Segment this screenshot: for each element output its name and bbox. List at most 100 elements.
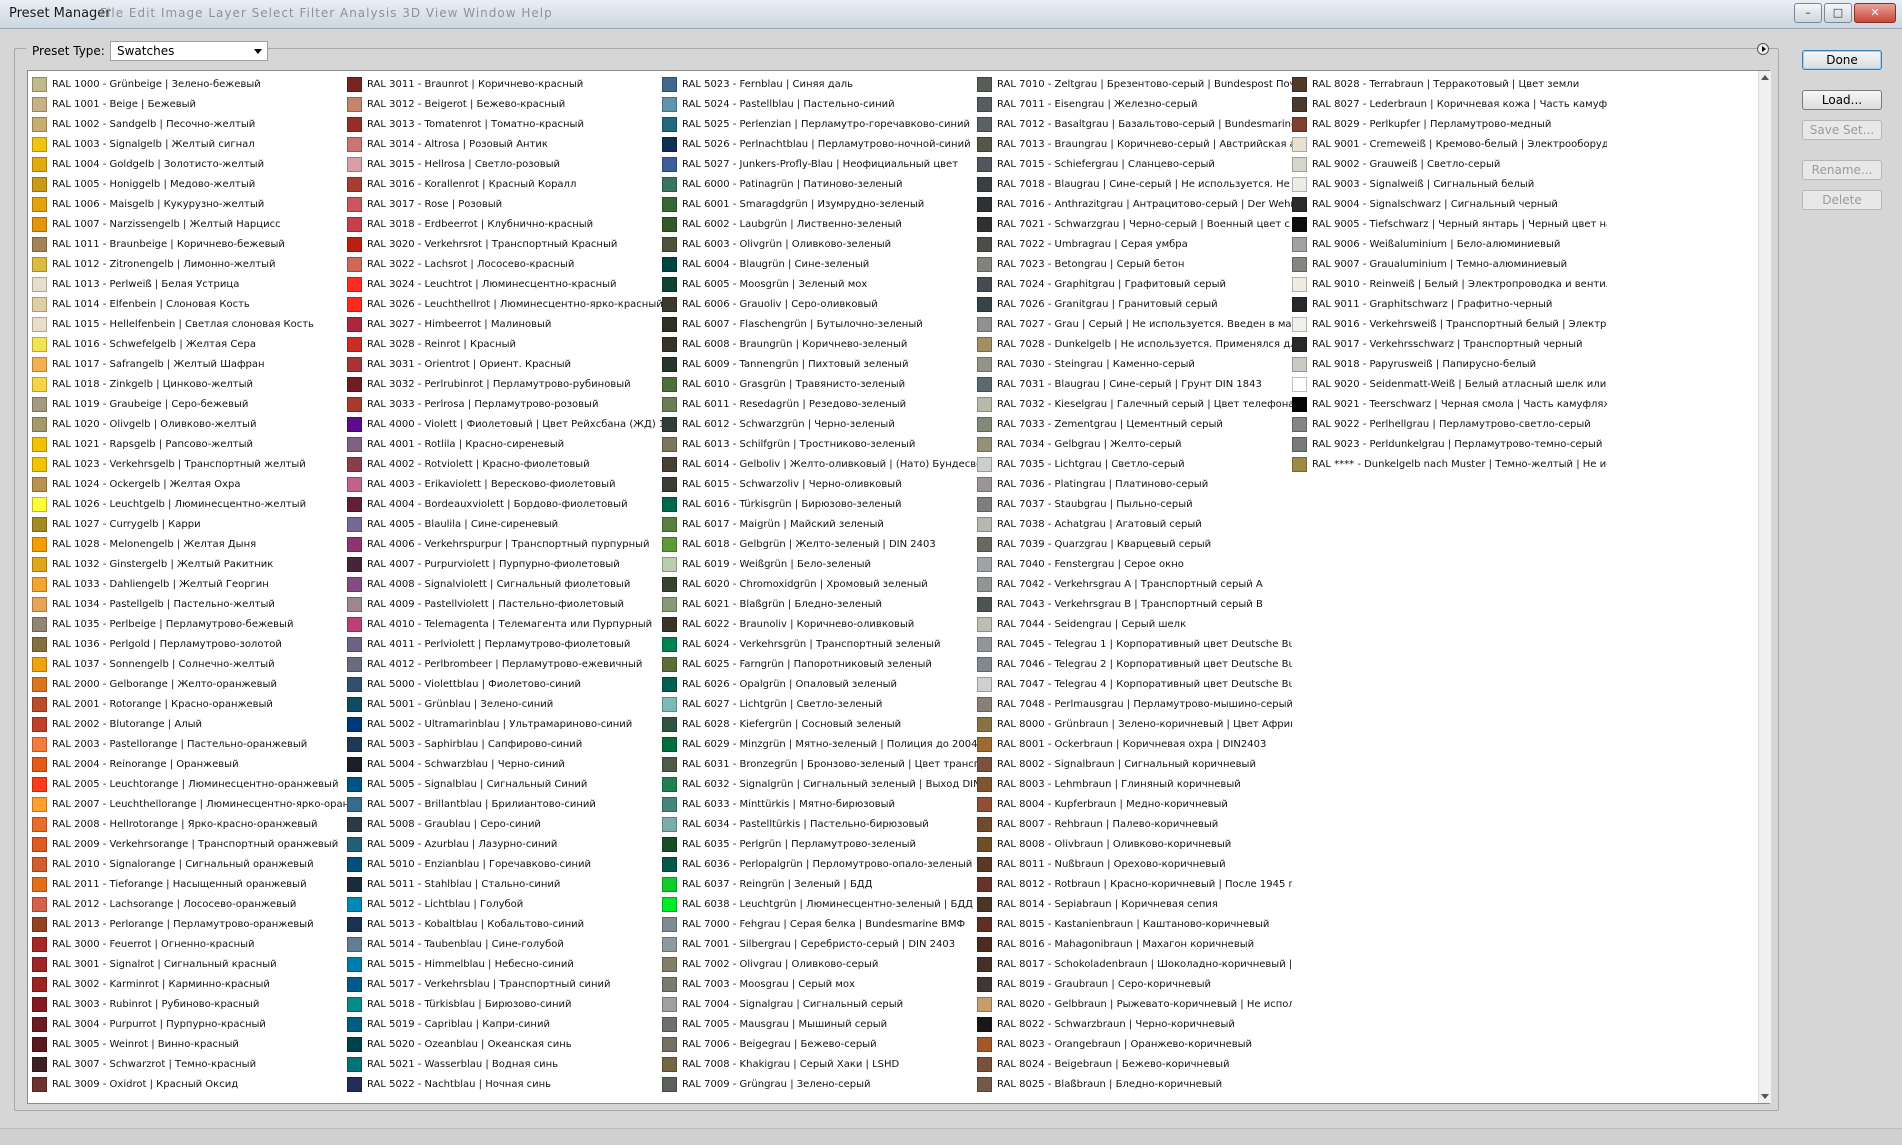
swatch-item[interactable]: RAL 8000 - Grünbraun | Зелено-коричневый… — [977, 714, 1292, 734]
swatch-item[interactable]: RAL 6006 - Grauoliv | Серо-оливковый — [662, 294, 977, 314]
swatch-item[interactable]: RAL 3013 - Tomatenrot | Томатно-красный — [347, 114, 662, 134]
swatch-item[interactable]: RAL 1026 - Leuchtgelb | Люминесцентно-же… — [32, 494, 347, 514]
swatch-item[interactable]: RAL 5004 - Schwarzblau | Черно-синий — [347, 754, 662, 774]
close-button[interactable]: ✕ — [1854, 3, 1896, 23]
swatch-item[interactable]: RAL 1007 - Narzissengelb | Желтый Нарцис… — [32, 214, 347, 234]
swatch-item[interactable]: RAL 5018 - Türkisblau | Бирюзово-синий — [347, 994, 662, 1014]
swatch-item[interactable]: RAL 7034 - Gelbgrau | Желто-серый — [977, 434, 1292, 454]
maximize-button[interactable]: □ — [1824, 3, 1852, 23]
swatch-item[interactable]: RAL 5015 - Himmelblau | Небесно-синий — [347, 954, 662, 974]
swatch-item[interactable]: RAL 9005 - Tiefschwarz | Черный янтарь |… — [1292, 214, 1607, 234]
swatch-item[interactable]: RAL 6025 - Farngrün | Папоротниковый зел… — [662, 654, 977, 674]
swatch-item[interactable]: RAL 7042 - Verkehrsgrau A | Транспортный… — [977, 574, 1292, 594]
rename-button[interactable]: Rename... — [1802, 160, 1882, 180]
swatch-item[interactable]: RAL 1001 - Beige | Бежевый — [32, 94, 347, 114]
swatch-item[interactable]: RAL 4003 - Erikaviolett | Вересково-фиол… — [347, 474, 662, 494]
swatch-item[interactable]: RAL 8028 - Terrabraun | Терракотовый | Ц… — [1292, 74, 1607, 94]
swatch-item[interactable]: RAL 6026 - Opalgrün | Опаловый зеленый — [662, 674, 977, 694]
swatch-item[interactable]: RAL 6000 - Patinagrün | Патиново-зеленый — [662, 174, 977, 194]
swatch-item[interactable]: RAL 1036 - Perlgold | Перламутрово-золот… — [32, 634, 347, 654]
swatch-item[interactable]: RAL 6032 - Signalgrün | Сигнальный зелен… — [662, 774, 977, 794]
swatch-item[interactable]: RAL 7024 - Graphitgrau | Графитовый серы… — [977, 274, 1292, 294]
swatch-item[interactable]: RAL 7003 - Moosgrau | Серый мох — [662, 974, 977, 994]
swatch-item[interactable]: RAL 6018 - Gelbgrün | Желто-зеленый | DI… — [662, 534, 977, 554]
swatch-item[interactable]: RAL 8014 - Sepiabraun | Коричневая сепия — [977, 894, 1292, 914]
swatch-item[interactable]: RAL 1017 - Safrangelb | Желтый Шафран — [32, 354, 347, 374]
swatch-item[interactable]: RAL 1020 - Olivgelb | Оливково-желтый — [32, 414, 347, 434]
swatch-item[interactable]: RAL 9001 - Cremeweiß | Кремово-белый | Э… — [1292, 134, 1607, 154]
swatch-item[interactable]: RAL 9004 - Signalschwarz | Сигнальный че… — [1292, 194, 1607, 214]
swatch-item[interactable]: RAL 3000 - Feuerrot | Огненно-красный — [32, 934, 347, 954]
swatch-item[interactable]: RAL 7028 - Dunkelgelb | Не используется.… — [977, 334, 1292, 354]
swatch-item[interactable]: RAL 2011 - Tieforange | Насыщенный оранж… — [32, 874, 347, 894]
swatch-item[interactable]: RAL 5008 - Graublau | Серо-синий — [347, 814, 662, 834]
delete-button[interactable]: Delete — [1802, 190, 1882, 210]
swatch-item[interactable]: RAL 9006 - Weißaluminium | Бело-алюминие… — [1292, 234, 1607, 254]
swatch-item[interactable]: RAL 6027 - Lichtgrün | Светло-зеленый — [662, 694, 977, 714]
swatch-item[interactable]: RAL 5013 - Kobaltblau | Кобальтово-синий — [347, 914, 662, 934]
swatch-item[interactable]: RAL 7036 - Platingrau | Платиново-серый — [977, 474, 1292, 494]
swatch-item[interactable]: RAL 3007 - Schwarzrot | Темно-красный — [32, 1054, 347, 1074]
swatch-item[interactable]: RAL 8024 - Beigebraun | Бежево-коричневы… — [977, 1054, 1292, 1074]
swatch-item[interactable]: RAL 6019 - Weißgrün | Бело-зеленый — [662, 554, 977, 574]
swatch-item[interactable]: RAL 6001 - Smaragdgrün | Изумрудно-зелен… — [662, 194, 977, 214]
swatch-item[interactable]: RAL 7027 - Grau | Серый | Не используетс… — [977, 314, 1292, 334]
swatch-item[interactable]: RAL 7012 - Basaltgrau | Базальтово-серый… — [977, 114, 1292, 134]
scroll-up-icon[interactable] — [1761, 75, 1769, 80]
swatch-item[interactable]: RAL 5012 - Lichtblau | Голубой — [347, 894, 662, 914]
swatch-item[interactable]: RAL 5009 - Azurblau | Лазурно-синий — [347, 834, 662, 854]
swatch-item[interactable]: RAL 9016 - Verkehrsweiß | Транспортный б… — [1292, 314, 1607, 334]
swatch-item[interactable]: RAL 4012 - Perlbrombeer | Перламутрово-е… — [347, 654, 662, 674]
swatch-item[interactable]: RAL 7047 - Telegrau 4 | Корпоративный цв… — [977, 674, 1292, 694]
swatch-item[interactable]: RAL 6013 - Schilfgrün | Тростниково-зеле… — [662, 434, 977, 454]
swatch-item[interactable]: RAL 9003 - Signalweiß | Сигнальный белый — [1292, 174, 1607, 194]
swatch-item[interactable]: RAL 6028 - Kiefergrün | Сосновый зеленый — [662, 714, 977, 734]
swatch-item[interactable]: RAL 7037 - Staubgrau | Пыльно-серый — [977, 494, 1292, 514]
swatch-item[interactable]: RAL 5001 - Grünblau | Зелено-синий — [347, 694, 662, 714]
swatch-item[interactable]: RAL 3002 - Karminrot | Карминно-красный — [32, 974, 347, 994]
swatch-item[interactable]: RAL 1015 - Hellelfenbein | Светлая слоно… — [32, 314, 347, 334]
swatch-item[interactable]: RAL 1011 - Braunbeige | Коричнево-бежевы… — [32, 234, 347, 254]
vertical-scrollbar[interactable] — [1758, 71, 1771, 1103]
swatch-item[interactable]: RAL 6007 - Flaschengrün | Бутылочно-зеле… — [662, 314, 977, 334]
swatch-item[interactable]: RAL 1034 - Pastellgelb | Пастельно-желты… — [32, 594, 347, 614]
swatch-item[interactable]: RAL 6005 - Moosgrün | Зеленый мох — [662, 274, 977, 294]
flyout-menu-icon[interactable] — [1757, 43, 1769, 55]
swatch-item[interactable]: RAL 8007 - Rehbraun | Палево-коричневый — [977, 814, 1292, 834]
swatch-item[interactable]: RAL 1033 - Dahliengelb | Желтый Георгин — [32, 574, 347, 594]
swatch-item[interactable]: RAL 3011 - Braunrot | Коричнево-красный — [347, 74, 662, 94]
swatch-item[interactable]: RAL 1005 - Honiggelb | Медово-желтый — [32, 174, 347, 194]
swatch-item[interactable]: RAL 7030 - Steingrau | Каменно-серый — [977, 354, 1292, 374]
swatch-item[interactable]: RAL 1004 - Goldgelb | Золотисто-желтый — [32, 154, 347, 174]
swatch-item[interactable]: RAL 6015 - Schwarzoliv | Черно-оливковый — [662, 474, 977, 494]
swatch-item[interactable]: RAL 7022 - Umbragrau | Серая умбра — [977, 234, 1292, 254]
swatch-item[interactable]: RAL 6014 - Gelboliv | Желто-оливковый | … — [662, 454, 977, 474]
swatch-item[interactable]: RAL 8008 - Olivbraun | Оливково-коричнев… — [977, 834, 1292, 854]
swatch-item[interactable]: RAL 1032 - Ginstergelb | Желтый Ракитник — [32, 554, 347, 574]
swatch-item[interactable]: RAL 6021 - Blaßgrün | Бледно-зеленый — [662, 594, 977, 614]
swatch-item[interactable]: RAL 6010 - Grasgrün | Травянисто-зеленый — [662, 374, 977, 394]
swatch-item[interactable]: RAL 3012 - Beigerot | Бежево-красный — [347, 94, 662, 114]
swatch-item[interactable]: RAL 1027 - Currygelb | Карри — [32, 514, 347, 534]
swatch-item[interactable]: RAL 3028 - Reinrot | Красный — [347, 334, 662, 354]
swatch-item[interactable]: RAL 2013 - Perlorange | Перламутрово-ора… — [32, 914, 347, 934]
swatch-item[interactable]: RAL 3003 - Rubinrot | Рубиново-красный — [32, 994, 347, 1014]
swatch-item[interactable]: RAL 2005 - Leuchtorange | Люминесцентно-… — [32, 774, 347, 794]
swatch-item[interactable]: RAL **** - Dunkelgelb nach Muster | Темн… — [1292, 454, 1607, 474]
save-set-button[interactable]: Save Set... — [1802, 120, 1882, 140]
swatch-item[interactable]: RAL 5027 - Junkers-Profly-Blau | Неофици… — [662, 154, 977, 174]
swatch-item[interactable]: RAL 6029 - Minzgrün | Мятно-зеленый | По… — [662, 734, 977, 754]
swatch-item[interactable]: RAL 5024 - Pastellblau | Пастельно-синий — [662, 94, 977, 114]
swatch-item[interactable]: RAL 7013 - Braungrau | Коричнево-серый |… — [977, 134, 1292, 154]
swatch-item[interactable]: RAL 7008 - Khakigrau | Серый Хаки | LSHD — [662, 1054, 977, 1074]
swatch-item[interactable]: RAL 1013 - Perlweiß | Белая Устрица — [32, 274, 347, 294]
swatch-item[interactable]: RAL 4000 - Violett | Фиолетовый | Цвет Р… — [347, 414, 662, 434]
done-button[interactable]: Done — [1802, 50, 1882, 70]
swatch-item[interactable]: RAL 5007 - Brillantblau | Брилиантово-си… — [347, 794, 662, 814]
swatch-item[interactable]: RAL 4006 - Verkehrspurpur | Транспортный… — [347, 534, 662, 554]
preset-type-select[interactable]: Swatches — [110, 41, 268, 61]
swatch-item[interactable]: RAL 5023 - Fernblau | Синяя даль — [662, 74, 977, 94]
load-button[interactable]: Load... — [1802, 90, 1882, 110]
swatch-item[interactable]: RAL 2000 - Gelborange | Желто-оранжевый — [32, 674, 347, 694]
swatch-item[interactable]: RAL 9007 - Graualuminium | Темно-алюмини… — [1292, 254, 1607, 274]
